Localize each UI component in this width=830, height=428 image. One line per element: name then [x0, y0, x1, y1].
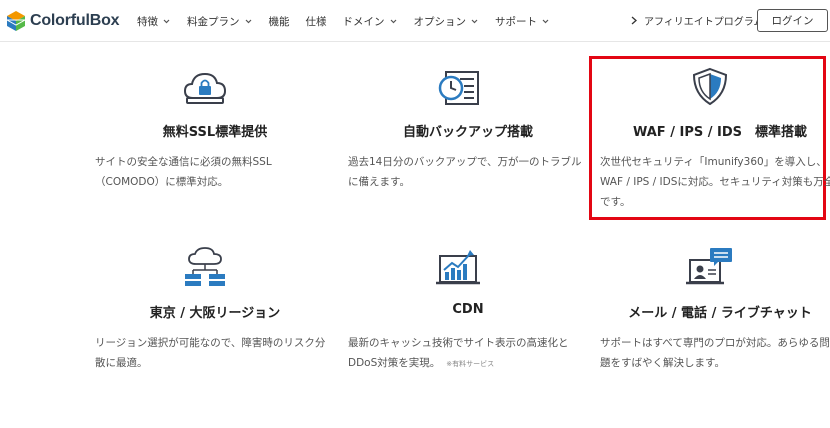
backup-clock-icon	[438, 71, 479, 105]
chevron-down-icon	[245, 19, 251, 23]
cdn-chart-icon	[436, 250, 480, 285]
affiliate-link[interactable]: アフィリエイトプログラム	[630, 13, 764, 28]
nav-item-functions[interactable]: 機能	[269, 14, 290, 29]
feature-title: メール / 電話 / ライブチャット	[628, 306, 812, 321]
cloud-lock-icon	[183, 72, 227, 104]
feature-card-backup: 自動バックアップ搭載 過去14日分のバックアップで、万が一のトラブルに備えます。	[348, 60, 588, 200]
nav-item-pricing[interactable]: 料金プラン	[187, 14, 253, 29]
support-chat-icon	[686, 248, 732, 285]
nav-item-options[interactable]: オプション	[414, 14, 480, 29]
paid-service-note: ※有料サービス	[446, 360, 495, 368]
chevron-down-icon	[390, 19, 396, 23]
feature-description: 次世代セキュリティ「Imunify360」を導入し、WAF / IPS / ID…	[600, 156, 830, 208]
nav-label: 機能	[268, 15, 290, 28]
feature-card-support: メール / 電話 / ライブチャット サポートはすべて専門のプロが対応。あらゆる…	[600, 244, 830, 384]
nav-label: 料金プラン	[187, 15, 240, 28]
nav-label: 仕様	[305, 15, 327, 28]
feature-card-region: 東京 / 大阪リージョン リージョン選択が可能なので、障害時のリスク分散に最適。	[95, 244, 335, 384]
feature-title: 東京 / 大阪リージョン	[149, 306, 281, 321]
nav-item-domain[interactable]: ドメイン	[343, 14, 398, 29]
feature-card-waf: WAF / IPS / IDS 標準搭載 次世代セキュリティ「Imunify36…	[600, 60, 830, 210]
nav-label: サポート	[495, 15, 537, 28]
nav-label: ドメイン	[342, 15, 385, 28]
feature-title: 自動バックアップ搭載	[402, 125, 533, 140]
chevron-down-icon	[471, 19, 478, 23]
brand-name: ColorfulBox	[30, 12, 120, 29]
nav-item-support[interactable]: サポート	[495, 14, 550, 29]
nav-label: 特徴	[137, 15, 158, 28]
login-button[interactable]: ログイン	[757, 9, 828, 32]
feature-title: 無料SSL標準提供	[162, 125, 268, 140]
nav-item-specs[interactable]: 仕様	[306, 14, 327, 29]
feature-card-cdn: CDN 最新のキャッシュ技術でサイト表示の高速化とDDoS対策を実現。 ※有料サー…	[348, 244, 588, 384]
feature-description: サポートはすべて専門のプロが対応。あらゆる問題をすばやく解決します。	[600, 337, 830, 369]
site-header: ColorfulBox 特徴 料金プラン 機能 仕様 ドメイン オプション サポ…	[0, 0, 830, 42]
shield-icon	[692, 67, 728, 106]
nav-item-features[interactable]: 特徴	[137, 14, 171, 29]
feature-description: 過去14日分のバックアップで、万が一のトラブルに備えます。	[348, 156, 582, 188]
feature-description: リージョン選択が可能なので、障害時のリスク分散に最適。	[95, 337, 326, 369]
feature-description: 最新のキャッシュ技術でサイト表示の高速化とDDoS対策を実現。 ※有料サービス	[348, 333, 588, 374]
chevron-down-icon	[542, 19, 549, 23]
main-nav: 特徴 料金プラン 機能 仕様 ドメイン オプション サポート	[137, 12, 566, 30]
brand-logo[interactable]: ColorfulBox	[6, 8, 120, 34]
feature-description: サイトの安全な通信に必須の無料SSL（COMODO）に標準対応。	[95, 156, 272, 188]
feature-title: WAF / IPS / IDS 標準搭載	[632, 125, 807, 140]
affiliate-label: アフィリエイトプログラム	[644, 17, 764, 28]
cloud-network-icon	[185, 247, 225, 286]
feature-title: CDN	[452, 302, 484, 317]
chevron-right-icon	[631, 16, 637, 25]
nav-label: オプション	[413, 15, 467, 28]
logo-cube-icon	[6, 11, 26, 31]
feature-card-ssl: 無料SSL標準提供 サイトの安全な通信に必須の無料SSL（COMODO）に標準対…	[95, 60, 335, 200]
chevron-down-icon	[163, 19, 170, 23]
